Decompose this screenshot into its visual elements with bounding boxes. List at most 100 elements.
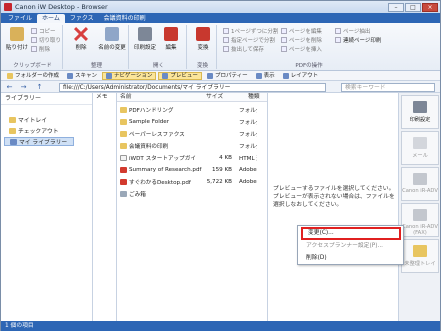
edit-icon xyxy=(164,27,178,41)
context-menu: 変更(C)... アクセスプランナー設定(P)... 削除(D) xyxy=(297,225,404,265)
table-row[interactable]: ペーパーレスファクスフォルダー xyxy=(117,128,267,139)
group-label-open: 開く xyxy=(152,63,164,69)
cut-button[interactable]: 切り取り xyxy=(31,36,61,44)
memo-column-header[interactable]: メモ xyxy=(93,93,108,102)
address-input[interactable]: file:///C:/Users/Administrator/Documents… xyxy=(59,83,326,92)
page-insert-icon xyxy=(281,46,287,52)
table-row[interactable]: Sample Folderフォルダー xyxy=(117,116,267,127)
split-icon xyxy=(223,28,229,34)
status-bar: 1 個の項目 xyxy=(1,321,440,331)
split-at-page-button[interactable]: 指定ページで分割 xyxy=(223,36,275,44)
tree-item-checkout[interactable]: チェックアウト xyxy=(9,126,59,135)
layout-menu[interactable]: レイアウト xyxy=(280,72,322,80)
context-item-change[interactable]: 変更(C)... xyxy=(301,227,401,240)
tab-meeting-print[interactable]: 会議資料の印刷 xyxy=(99,14,151,23)
page-remove-button[interactable]: ページを削除 xyxy=(281,36,322,44)
table-row[interactable]: iWDT スタートアップガイ4 KBHTML 形式 xyxy=(117,152,267,163)
preview-pane: プレビューするファイルを選択してください。プレビューが表示されない場合は、ファイ… xyxy=(267,93,398,321)
rename-button[interactable]: 名前の変更 xyxy=(97,27,127,51)
canon-fax-button[interactable]: Canon iR-ADV (FAX) xyxy=(401,203,439,237)
name-column-header[interactable]: 名前 xyxy=(117,93,132,102)
rename-icon xyxy=(105,27,119,41)
table-row[interactable]: 会議資料の印刷フォルダー xyxy=(117,140,267,151)
file-list: 名前 サイズ 種類 PDFハンドリングフォルダー Sample Folderフォ… xyxy=(117,93,267,321)
context-item-access-planner[interactable]: アクセスプランナー設定(P)... xyxy=(301,241,383,251)
table-row[interactable]: Summary of Research.pdf 159 KB Adobe xyxy=(117,164,267,175)
convert-button[interactable]: 変換 xyxy=(191,27,215,51)
up-button[interactable]: ↑ xyxy=(35,83,44,91)
print-settings-output-button[interactable]: 印刷設定 xyxy=(401,95,439,129)
layout-icon xyxy=(282,72,289,79)
pdf-file-icon xyxy=(120,166,127,173)
view-menu[interactable]: 表示 xyxy=(253,72,278,80)
extract-save-icon xyxy=(223,46,229,52)
type-column-header[interactable]: 種類 xyxy=(245,93,260,102)
maximize-button[interactable]: □ xyxy=(405,2,421,12)
tab-file[interactable]: ファイル xyxy=(3,14,37,23)
tab-home[interactable]: ホーム xyxy=(37,14,65,23)
page-extract-button[interactable]: ページ抽出 xyxy=(335,27,370,35)
table-row[interactable]: PDFハンドリングフォルダー xyxy=(117,104,267,115)
minimize-button[interactable]: – xyxy=(388,2,404,12)
page-edit-button[interactable]: ページを編集 xyxy=(281,27,322,35)
folder-icon xyxy=(120,106,127,113)
view-toolbar: フォルダーの作成 スキャン ナビゲーション プレビュー プロパティー 表示 レイ… xyxy=(1,71,440,81)
paste-button[interactable]: 貼り付け xyxy=(5,27,29,51)
split-at-icon xyxy=(223,37,229,43)
library-pane: ライブラリー マイトレイ チェックアウト マイ ライブラリー xyxy=(1,93,93,321)
delete-button[interactable]: 削除 xyxy=(69,27,93,51)
delete-small-button[interactable]: 削除 xyxy=(31,45,50,53)
html-file-icon xyxy=(120,154,127,161)
size-column-header[interactable]: サイズ xyxy=(203,93,223,102)
group-clipboard: 貼り付け コピー 切り取り 削除 クリップボード xyxy=(3,25,63,69)
tab-fax[interactable]: ファクス xyxy=(65,14,99,23)
convert-icon xyxy=(196,27,210,41)
ribbon: 貼り付け コピー 切り取り 削除 クリップボード 削除 名前の変更 整理 印刷設… xyxy=(1,23,440,71)
table-row[interactable]: すぐわかるDesktop.pdf 5,722 KB Adobe xyxy=(117,176,267,187)
output-bar: 印刷設定 メール Canon iR-ADV Canon iR-ADV (FAX)… xyxy=(398,93,440,321)
edit-button[interactable]: 編集 xyxy=(159,27,183,51)
folder-icon xyxy=(120,118,127,125)
forward-button[interactable]: → xyxy=(19,83,28,91)
extract-save-button[interactable]: 抜出して保存 xyxy=(223,45,264,53)
memo-column: メモ xyxy=(93,93,117,321)
file-list-header: 名前 サイズ 種類 xyxy=(117,93,267,102)
copy-button[interactable]: コピー xyxy=(31,27,56,35)
pdf-file-icon xyxy=(120,178,127,185)
page-remove-icon xyxy=(281,37,287,43)
window-title: Canon iW Desktop - Browser xyxy=(15,3,108,11)
checkout-icon xyxy=(9,127,16,134)
trash-icon xyxy=(120,190,127,197)
tree-item-my-tray[interactable]: マイトレイ xyxy=(9,115,47,124)
paste-icon xyxy=(10,27,24,41)
app-logo-icon xyxy=(4,3,12,11)
print-settings-button[interactable]: 印刷設定 xyxy=(133,27,157,51)
search-input[interactable]: 検索キーワード xyxy=(341,83,435,92)
table-row[interactable]: ごみ箱 xyxy=(117,188,267,199)
folder-icon xyxy=(120,142,127,149)
preview-toggle[interactable]: プレビュー xyxy=(158,71,202,80)
navigation-toggle[interactable]: ナビゲーション xyxy=(102,71,157,80)
group-organize: 削除 名前の変更 整理 xyxy=(65,25,129,69)
tray-icon xyxy=(9,116,16,123)
scan-button[interactable]: スキャン xyxy=(64,72,100,80)
ribbon-tabs: ファイル ホーム ファクス 会議資料の印刷 xyxy=(1,13,440,23)
page-edit-icon xyxy=(281,28,287,34)
tree-item-my-library[interactable]: マイ ライブラリー xyxy=(4,137,74,146)
context-item-delete[interactable]: 削除(D) xyxy=(301,253,327,263)
scanner-icon xyxy=(67,72,74,79)
close-button[interactable]: × xyxy=(422,2,438,12)
properties-icon xyxy=(206,72,213,79)
page-insert-button[interactable]: ページを挿入 xyxy=(281,45,322,53)
back-button[interactable]: ← xyxy=(5,83,14,91)
join-print-button[interactable]: 連続ページ印刷 xyxy=(335,36,381,44)
unsorted-tray-button[interactable]: 未整理トレイ xyxy=(401,239,439,273)
split-each-page-button[interactable]: 1ページずつに分割 xyxy=(223,27,278,35)
delete-icon xyxy=(74,27,88,41)
printer-icon xyxy=(413,101,427,113)
tray-icon xyxy=(413,245,427,257)
canon-printer-button[interactable]: Canon iR-ADV xyxy=(401,167,439,201)
mail-output-button[interactable]: メール xyxy=(401,131,439,165)
create-folder-button[interactable]: フォルダーの作成 xyxy=(4,72,62,80)
properties-button[interactable]: プロパティー xyxy=(204,72,251,80)
